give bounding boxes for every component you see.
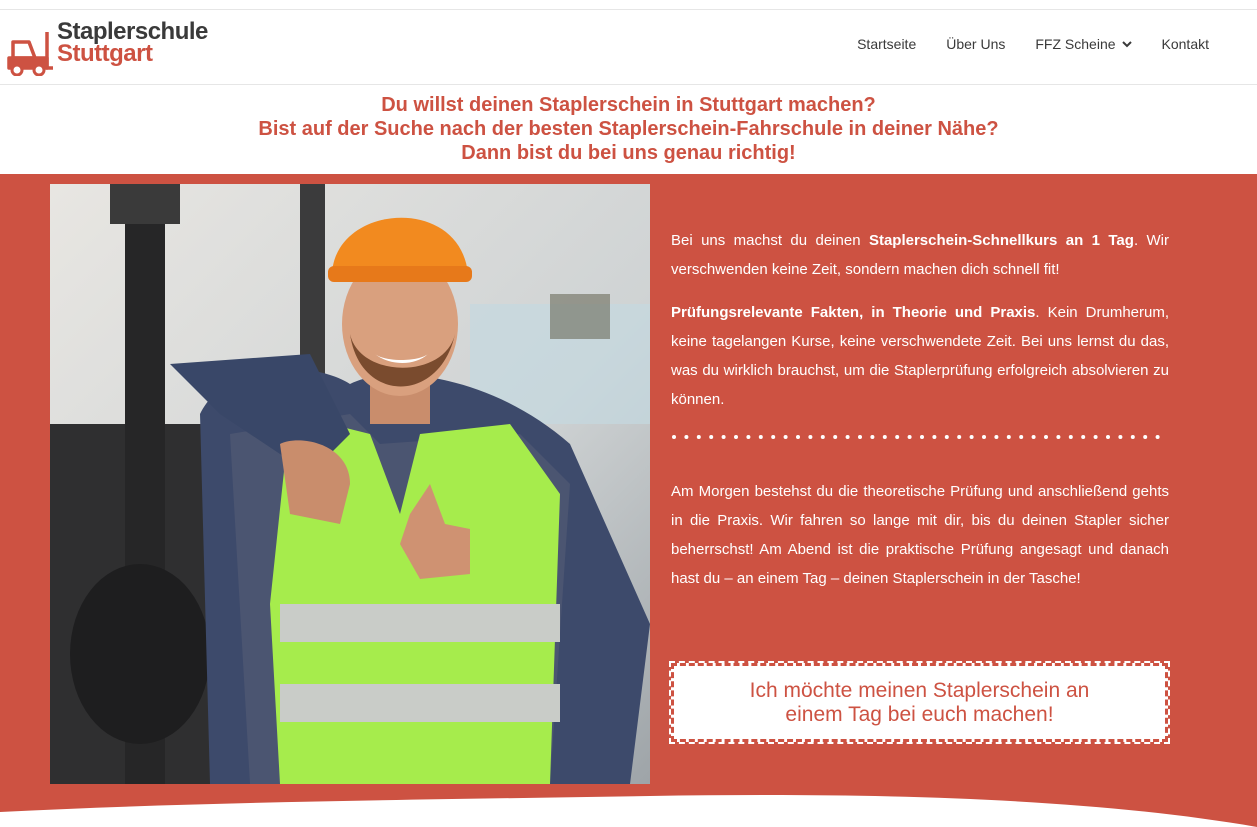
- divider-dot: [1031, 435, 1036, 439]
- p1-text-start: Bei uns machst du deinen: [671, 232, 869, 249]
- divider-dot: [969, 435, 974, 439]
- site-header: Staplerschule Stuttgart Startseite Über …: [0, 10, 1257, 85]
- divider-dot: [870, 435, 875, 439]
- nav-item-ffz-scheine[interactable]: FFZ Scheine: [1035, 36, 1132, 52]
- process-paragraph: Am Morgen bestehst du die theoretische P…: [671, 483, 1169, 587]
- divider-dot: [771, 435, 776, 439]
- divider-dot: [1006, 435, 1011, 439]
- intro-paragraph-2: Prüfungsrelevante Fakten, in Theorie und…: [671, 298, 1169, 414]
- main-nav: Startseite Über Uns FFZ Scheine Kontakt: [827, 36, 1209, 52]
- divider-dot: [932, 435, 937, 439]
- cta-line-2: einem Tag bei euch machen!: [785, 702, 1054, 726]
- divider-dot: [1130, 435, 1135, 439]
- booking-cta-button[interactable]: Ich möchte meinen Staplerschein an einem…: [669, 661, 1170, 744]
- hero-photo-worker: [50, 184, 650, 784]
- nav-item-startseite[interactable]: Startseite: [857, 36, 916, 52]
- divider-dot: [1093, 435, 1098, 439]
- divider-dot: [1056, 435, 1061, 439]
- divider-dot: [982, 435, 986, 439]
- divider-dot: [920, 435, 924, 439]
- divider-dot: [1143, 435, 1148, 439]
- divider-dot: [734, 435, 738, 439]
- divider-dot: [758, 435, 763, 439]
- divider-dot: [895, 435, 900, 439]
- intro-text: Bei uns machst du deinen Staplerschein-S…: [671, 226, 1169, 428]
- forklift-icon: [7, 32, 53, 76]
- divider-dot: [783, 435, 788, 439]
- divider-dot: [833, 435, 838, 439]
- divider-dot: [746, 435, 751, 439]
- dotted-divider: [672, 435, 1160, 439]
- divider-dot: [684, 435, 689, 439]
- nav-item-kontakt[interactable]: Kontakt: [1162, 36, 1209, 52]
- hero-headline: Du willst deinen Staplerschein in Stuttg…: [0, 93, 1257, 165]
- intro-paragraph-1: Bei uns machst du deinen Staplerschein-S…: [671, 226, 1169, 284]
- worker-illustration: [50, 184, 650, 784]
- logo-subtitle: Stuttgart: [57, 40, 153, 67]
- headline-line-1: Du willst deinen Staplerschein in Stuttg…: [381, 94, 876, 116]
- divider-dot: [1118, 435, 1123, 439]
- divider-dot: [944, 435, 949, 439]
- divider-dot: [1155, 435, 1160, 439]
- nav-item-ffz-scheine-label: FFZ Scheine: [1035, 36, 1116, 52]
- cta-line-1: Ich möchte meinen Staplerschein an: [749, 678, 1090, 702]
- divider-dot: [672, 435, 676, 439]
- divider-dot: [696, 435, 701, 439]
- divider-dot: [907, 435, 912, 439]
- divider-dot: [709, 435, 714, 439]
- headline-line-3: Dann bist du bei uns genau richtig!: [461, 142, 796, 164]
- divider-dot: [994, 435, 999, 439]
- site-logo[interactable]: Staplerschule Stuttgart: [7, 16, 237, 80]
- divider-dot: [808, 435, 813, 439]
- divider-dot: [1019, 435, 1024, 439]
- process-text: Am Morgen bestehst du die theoretische P…: [671, 477, 1169, 607]
- nav-item-ueber-uns[interactable]: Über Uns: [946, 36, 1005, 52]
- divider-dot: [858, 435, 862, 439]
- divider-dot: [820, 435, 825, 439]
- divider-dot: [1081, 435, 1086, 439]
- divider-dot: [796, 435, 800, 439]
- p1-bold: Staplerschein-Schnellkurs an 1 Tag: [868, 232, 1134, 249]
- divider-dot: [1106, 435, 1110, 439]
- chevron-down-icon: [1121, 41, 1132, 48]
- headline-line-2: Bist auf der Suche nach der besten Stapl…: [258, 118, 999, 140]
- divider-dot: [1044, 435, 1048, 439]
- wave-divider: [0, 786, 1257, 827]
- divider-dot: [882, 435, 887, 439]
- divider-dot: [1068, 435, 1073, 439]
- p2-bold: Prüfungsrelevante Fakten, in Theorie und…: [671, 304, 1036, 321]
- divider-dot: [845, 435, 850, 439]
- divider-dot: [721, 435, 726, 439]
- divider-dot: [957, 435, 962, 439]
